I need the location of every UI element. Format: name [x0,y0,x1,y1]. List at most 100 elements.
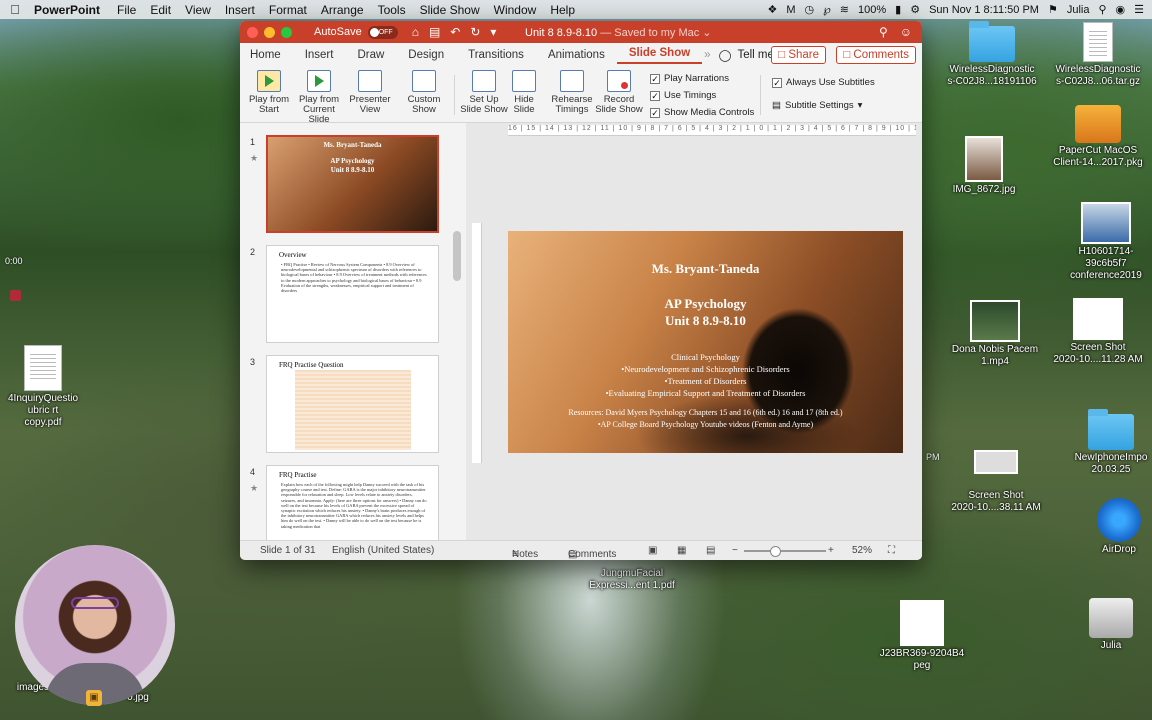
desktop-disk-julia[interactable]: Julia [1082,598,1140,652]
apple-icon[interactable]:  [0,2,30,17]
menubar-user[interactable]: Julia [1067,4,1090,16]
spotlight-search-icon[interactable]: ⚲ [1098,3,1106,16]
battery-icon[interactable]: ▮ [895,3,901,16]
desktop-airdrop[interactable]: AirDrop [1090,498,1148,556]
desktop-file-wireless-2[interactable]: WirelessDiagnostic s-C02J8...06.tar.gz [1046,22,1150,88]
zoom-window-button[interactable] [281,26,292,38]
language-indicator[interactable]: English (United States) [332,545,434,556]
desktop-file-inquiry[interactable]: 4InquiryQuestio ubric rt copy.pdf [8,345,78,429]
current-slide[interactable]: Ms. Bryant-Taneda AP Psychology Unit 8 8… [508,231,903,453]
record-slide-show-button[interactable]: Record Slide Show [594,70,644,115]
play-from-start-button[interactable]: Play from Start [246,70,292,115]
show-media-controls-checkbox[interactable]: ✓ Show Media Controls [650,107,754,118]
notification-center-icon[interactable]: ☰ [1134,3,1144,16]
home-icon[interactable]: ⌂ [412,25,419,39]
battery-percent[interactable]: 100% [858,4,886,16]
subtitle-settings-dropdown[interactable]: ▤ Subtitle Settings ▾ [772,100,862,111]
zoom-level[interactable]: 52% [852,545,872,556]
always-use-subtitles-checkbox[interactable]: ✓ Always Use Subtitles [772,77,875,88]
menu-slide-show[interactable]: Slide Show [413,3,487,17]
fit-to-window-icon[interactable]: ⛶ [888,545,895,556]
desktop-file-screenshot-2[interactable]: Screen Shot 2020-10....38.11 AM [944,450,1048,514]
redo-icon[interactable]: ↻ [470,25,480,39]
set-up-slide-show-button[interactable]: Set Up Slide Show [460,70,508,115]
desktop-file-img8672[interactable]: IMG_8672.jpg [940,136,1028,196]
play-narrations-checkbox[interactable]: ✓ Play Narrations [650,73,729,84]
menu-insert[interactable]: Insert [218,3,262,17]
close-window-button[interactable] [247,26,258,38]
menu-format[interactable]: Format [262,3,314,17]
desktop-file-wireless-1[interactable]: WirelessDiagnostic s-C02J8...18191106 [940,21,1044,88]
stop-recording-icon[interactable] [10,290,21,301]
share-button[interactable]: □ Share [771,46,826,64]
slide-thumbnail-2[interactable]: Overview • FRQ Practise • Review of Nerv… [266,245,439,343]
tab-insert[interactable]: Insert [293,49,346,61]
slide-sorter-icon[interactable]: ▦ [677,545,686,556]
menubar-clock[interactable]: Sun Nov 1 8:11:50 PM [929,4,1039,16]
tell-me-box[interactable]: Tell me [731,49,773,61]
thumbnail-scrollbar[interactable] [453,231,461,281]
customize-toolbar-icon[interactable]: ▾ [490,25,496,39]
save-icon[interactable]: ▤ [429,25,440,39]
tab-home[interactable]: Home [240,49,293,61]
use-timings-checkbox[interactable]: ✓ Use Timings [650,90,716,101]
rehearse-timings-button[interactable]: Rehearse Timings [548,70,596,115]
menu-view[interactable]: View [178,3,218,17]
hide-slide-button[interactable]: Hide Slide [508,70,540,115]
store-bag-icon[interactable]: ▣ [86,690,102,706]
zoom-in-icon[interactable]: + [828,545,834,556]
normal-view-icon[interactable]: ▣ [648,545,657,556]
app-menu[interactable]: PowerPoint [30,3,110,17]
input-flag-icon[interactable]: ⚑ [1048,3,1058,16]
desktop-file-screenshot-1[interactable]: Screen Shot 2020-10....11.28 AM [1048,298,1148,366]
tab-slide-show[interactable]: Slide Show [616,47,703,64]
malwarebytes-icon[interactable]: M [786,4,795,16]
zoom-out-icon[interactable]: − [732,545,738,556]
menu-help[interactable]: Help [543,3,582,17]
search-icon[interactable]: ⚲ [879,25,888,39]
more-tabs-icon[interactable]: » [702,49,710,61]
autosave-toggle[interactable]: OFF [367,25,398,39]
settings-gear-icon[interactable]: ⚙ [910,3,920,16]
menu-edit[interactable]: Edit [143,3,178,17]
folder-icon [1088,409,1134,450]
menu-arrange[interactable]: Arrange [314,3,371,17]
slide-thumbnail-1[interactable]: Ms. Bryant-Taneda AP Psychology Unit 8 8… [266,135,439,233]
minimize-window-button[interactable] [264,26,275,38]
custom-show-button[interactable]: Custom Show [400,70,448,115]
slide-number: 1 [250,137,256,147]
tab-transitions[interactable]: Transitions [456,49,536,61]
menu-window[interactable]: Window [487,3,544,17]
document-save-status[interactable]: — Saved to my Mac ⌄ [600,27,711,39]
tab-draw[interactable]: Draw [345,49,396,61]
notes-label: Notes [512,549,539,560]
menu-tools[interactable]: Tools [371,3,413,17]
wifi-icon[interactable]: ≋ [840,3,849,16]
course-name: AP Psychology [664,296,747,311]
menu-file[interactable]: File [110,3,143,17]
desktop-file-dona[interactable]: Dona Nobis Pacem 1.mp4 [950,300,1040,368]
desktop-folder-newiphone[interactable]: NewIphoneImpo 20.03.25 [1070,409,1152,476]
desktop-file-papercut[interactable]: PaperCut MacOS Client-14...2017.pkg [1046,105,1150,169]
siri-icon[interactable]: ◉ [1116,3,1126,16]
tab-animations[interactable]: Animations [536,49,617,61]
time-machine-icon[interactable]: ◷ [805,3,815,16]
account-icon[interactable]: ☺ [900,25,912,39]
button-label: Show [412,104,436,115]
desktop-file-jungmu[interactable]: JungmuFacial Expressi...ent 1.pdf [580,568,684,592]
desktop-file-peg[interactable]: J23BR369-9204B4 peg [870,600,974,672]
comments-button[interactable]: □ Comments [836,46,916,64]
zoom-slider[interactable] [744,546,826,557]
slide-thumbnail-3[interactable]: FRQ Practise Question [266,355,439,453]
desktop-file-group[interactable]: H10601714-39c6b5f7 conference2019 [1060,202,1152,282]
reading-view-icon[interactable]: ▤ [706,545,715,556]
undo-icon[interactable]: ↶ [450,25,460,39]
horizontal-ruler: 16 | 15 | 14 | 13 | 12 | 11 | 10 | 9 | 8… [508,125,916,136]
presenter-view-button[interactable]: Presenter View [346,70,394,115]
play-from-current-button[interactable]: Play from Current Slide [292,70,346,125]
slide-thumbnail-4[interactable]: FRQ Practise Explain how each of the fol… [266,465,439,540]
tab-design[interactable]: Design [396,49,456,61]
presenter-view-icon [358,70,382,92]
dropbox-icon[interactable]: ❖ [767,3,777,16]
bluetooth-icon[interactable]: ℘ [823,3,831,16]
